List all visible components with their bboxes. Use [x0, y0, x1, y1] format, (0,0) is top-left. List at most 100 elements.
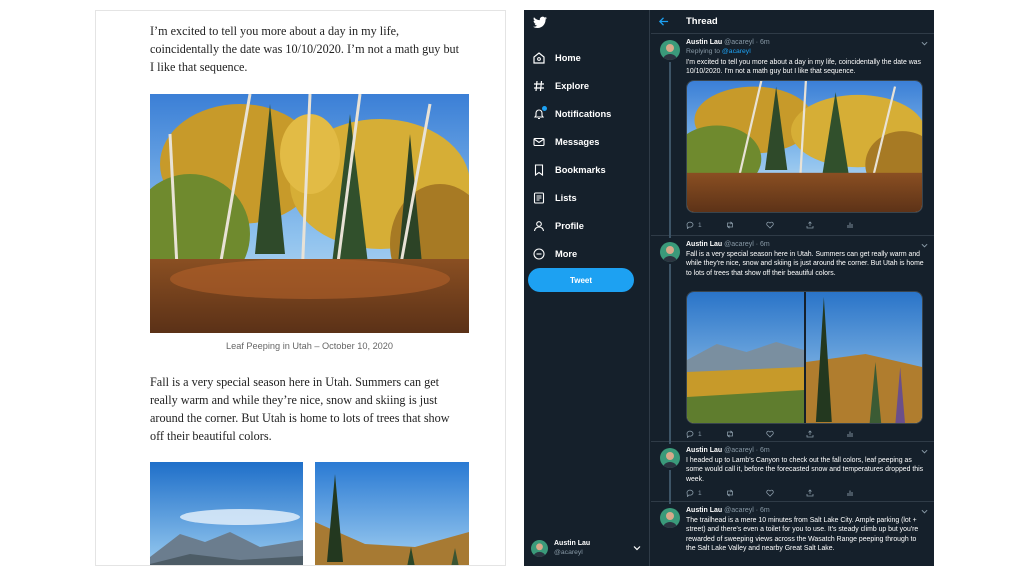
reply-icon [686, 221, 694, 229]
article-paragraph: I’m excited to tell you more about a day… [150, 24, 460, 74]
thread-connector [669, 470, 671, 504]
analytics-icon [847, 490, 853, 496]
thread-connector [669, 264, 671, 444]
share-icon [806, 221, 814, 229]
retweet-button[interactable] [726, 220, 766, 230]
tweet-text: Fall is a very special season here in Ut… [686, 251, 924, 277]
reply-icon [686, 489, 694, 497]
heart-icon [766, 430, 774, 438]
retweet-button[interactable] [726, 429, 766, 439]
reply-button[interactable]: 1 [686, 429, 726, 439]
nav-label: Home [555, 53, 581, 63]
avatar [660, 40, 680, 60]
replying-to: Replying to @acareyl [686, 48, 751, 55]
like-button[interactable] [766, 429, 806, 439]
avatar [660, 448, 680, 468]
tweet-button[interactable]: Tweet [528, 268, 634, 292]
thread-column: Thread Austin Lau @acareyl · 6m Replying… [651, 10, 934, 566]
back-arrow-icon[interactable] [658, 16, 669, 27]
account-handle: @acareyl [554, 549, 583, 556]
forest-photo [150, 94, 469, 333]
nav-label: Lists [555, 193, 577, 203]
tweet[interactable]: Austin Lau @acareyl · 6m The trailhead i… [651, 503, 934, 566]
retweet-icon [727, 430, 733, 438]
tweet-author: Austin Lau [686, 447, 723, 454]
retweet-icon [727, 221, 733, 229]
avatar [531, 540, 548, 557]
twitter-sidebar: Home Explore Notifications Messages Book… [524, 10, 650, 566]
tweet-text: I'm excited to tell you more about a day… [686, 59, 921, 76]
tweet-meta: @acareyl · 6m [724, 39, 770, 46]
tweet-author: Austin Lau [686, 241, 723, 248]
nav-more[interactable]: More [533, 245, 577, 263]
reply-button[interactable]: 1 [686, 488, 726, 498]
twitter-window: Home Explore Notifications Messages Book… [524, 10, 934, 566]
tweet-author: Austin Lau [686, 507, 723, 514]
more-circle-icon [533, 248, 545, 260]
analytics-button[interactable] [846, 429, 886, 439]
tweet-author: Austin Lau [686, 39, 723, 46]
blog-article: I’m excited to tell you more about a day… [95, 10, 506, 566]
nav-label: Messages [555, 137, 600, 147]
chevron-down-icon[interactable] [921, 448, 928, 455]
share-button[interactable] [806, 220, 846, 230]
retweet-button[interactable] [726, 488, 766, 498]
share-button[interactable] [806, 488, 846, 498]
account-switcher[interactable]: Austin Lau @acareyl [531, 538, 645, 560]
mountain-photo [150, 462, 303, 565]
tweet-photo-pair[interactable] [686, 291, 923, 424]
nav-label: Notifications [555, 109, 612, 119]
mountain-photo [687, 292, 804, 423]
avatar [660, 508, 680, 528]
pine-tree-photo [805, 292, 922, 423]
analytics-button[interactable] [846, 488, 886, 498]
tweet[interactable]: Austin Lau @acareyl · 6m I headed up to … [651, 443, 934, 504]
tweet-actions: 1 [686, 488, 886, 498]
nav-messages[interactable]: Messages [533, 133, 599, 151]
tweet-meta: @acareyl · 6m [724, 447, 770, 454]
analytics-icon [847, 222, 853, 228]
nav-label: Profile [555, 221, 584, 231]
account-name: Austin Lau [554, 540, 591, 547]
nav-label: Bookmarks [555, 165, 606, 175]
nav-explore[interactable]: Explore [533, 77, 589, 95]
nav-lists[interactable]: Lists [533, 189, 577, 207]
bookmark-icon [533, 164, 545, 177]
reply-button[interactable]: 1 [686, 220, 726, 230]
like-button[interactable] [766, 488, 806, 498]
tweet-text: I headed up to Lamb's Canyon to check ou… [686, 457, 924, 483]
like-button[interactable] [766, 220, 806, 230]
analytics-icon [847, 431, 853, 437]
chevron-down-icon[interactable] [921, 242, 928, 249]
thread-connector [669, 62, 671, 238]
nav-profile[interactable]: Profile [533, 217, 584, 235]
avatar [660, 242, 680, 262]
tweet-forest-photo[interactable] [686, 80, 923, 213]
thread-header: Thread [651, 10, 934, 34]
tweet-actions: 1 [686, 220, 886, 230]
tweet[interactable]: Austin Lau @acareyl · 6m Replying to @ac… [651, 35, 934, 238]
mail-icon [533, 136, 545, 148]
heart-icon [766, 221, 774, 229]
hashtag-icon [533, 80, 545, 92]
tweet[interactable]: Austin Lau @acareyl · 6m Fall is a very … [651, 237, 934, 444]
share-icon [806, 489, 814, 497]
share-button[interactable] [806, 429, 846, 439]
thread-title: Thread [686, 16, 718, 27]
tweet-actions: 1 [686, 429, 886, 439]
chevron-down-icon[interactable] [921, 40, 928, 47]
nav-notifications[interactable]: Notifications [533, 105, 611, 123]
reply-mention-link[interactable]: @acareyl [722, 48, 751, 55]
chevron-down-icon [633, 546, 641, 551]
nav-label: More [555, 249, 578, 259]
photo-caption: Leaf Peeping in Utah – October 10, 2020 [225, 341, 394, 351]
analytics-button[interactable] [846, 220, 886, 230]
nav-home[interactable]: Home [533, 49, 581, 67]
tweet-meta: @acareyl · 6m [724, 241, 770, 248]
nav-bookmarks[interactable]: Bookmarks [533, 161, 606, 179]
tweet-text: The trailhead is a mere 10 minutes from … [686, 517, 919, 553]
pine-tree-photo [315, 462, 469, 565]
chevron-down-icon[interactable] [921, 508, 928, 515]
twitter-bird-icon[interactable] [533, 16, 547, 29]
heart-icon [766, 489, 774, 497]
